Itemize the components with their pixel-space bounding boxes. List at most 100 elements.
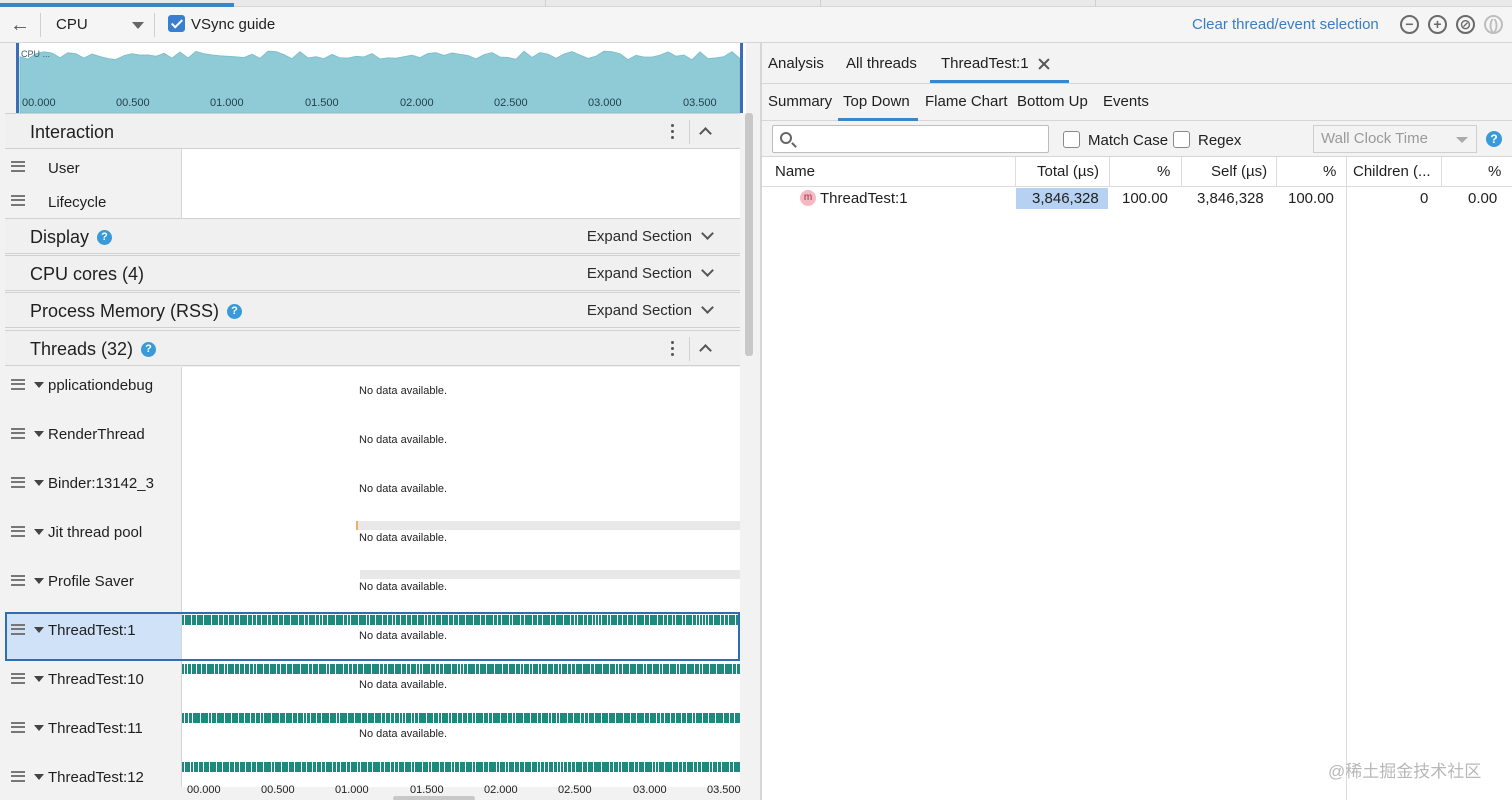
checkbox-icon[interactable] — [1063, 131, 1080, 148]
thread-track[interactable]: No data available. — [181, 514, 740, 563]
cpu-overview-chart[interactable]: CPU ... 00.000 00.500 01.000 01.500 02.0… — [16, 43, 746, 113]
drag-handle-icon[interactable] — [11, 477, 25, 488]
regex-checkbox[interactable]: Regex — [1173, 131, 1241, 150]
thread-track[interactable]: No data available. — [181, 416, 740, 465]
back-arrow-icon[interactable]: ← — [8, 13, 32, 37]
column-self[interactable]: Self (µs) — [1211, 163, 1267, 181]
cpu-profiler-select[interactable]: CPU — [48, 12, 148, 38]
drag-handle-icon[interactable] — [11, 526, 25, 537]
tab-flame-chart[interactable]: Flame Chart — [925, 93, 1008, 111]
expand-triangle-icon[interactable] — [34, 578, 44, 584]
help-icon[interactable]: ? — [1486, 131, 1502, 147]
horizontal-scrollbar-thumb[interactable] — [393, 796, 475, 800]
help-icon[interactable]: ? — [141, 342, 157, 357]
vertical-scrollbar-thumb[interactable] — [745, 113, 753, 356]
thread-row[interactable]: ThreadTest:12 — [5, 759, 740, 787]
expand-section-link[interactable]: Expand Section — [587, 228, 692, 246]
column-children[interactable]: Children (... — [1353, 163, 1431, 181]
thread-row[interactable]: Binder:13142_3 No data available. — [5, 465, 740, 514]
tab-threadtest-1[interactable]: ThreadTest:1 — [941, 55, 1029, 73]
thread-row[interactable]: Jit thread pool No data available. — [5, 514, 740, 563]
drag-handle-icon[interactable] — [11, 195, 25, 206]
section-cpu-cores[interactable]: CPU cores (4) Expand Section — [5, 255, 740, 291]
help-icon[interactable]: ? — [97, 230, 113, 245]
chevron-down-icon[interactable] — [701, 301, 714, 314]
overview-tick: 02.500 — [494, 97, 528, 109]
chevron-down-icon[interactable] — [701, 227, 714, 240]
section-display[interactable]: Display? Expand Section — [5, 218, 740, 254]
thread-track[interactable]: No data available. — [181, 661, 740, 710]
section-interaction[interactable]: Interaction — [5, 113, 740, 149]
checkbox-icon[interactable] — [1173, 131, 1190, 148]
expand-section-link[interactable]: Expand Section — [587, 265, 692, 283]
chevron-down-icon[interactable] — [701, 264, 714, 277]
thread-track[interactable]: No data available. — [181, 563, 740, 612]
vsync-guide-checkbox[interactable]: VSync guide — [168, 15, 275, 35]
expand-triangle-icon[interactable] — [34, 676, 44, 682]
thread-row[interactable]: RenderThread No data available. — [5, 416, 740, 465]
active-tab-indicator — [930, 80, 1069, 83]
match-case-checkbox[interactable]: Match Case — [1063, 131, 1168, 150]
tab-analysis[interactable]: Analysis — [768, 55, 824, 73]
section-threads[interactable]: Threads (32)? — [5, 330, 740, 366]
tab-bottom-up[interactable]: Bottom Up — [1017, 93, 1088, 111]
thread-row[interactable]: pplicationdebug No data available. — [5, 367, 740, 416]
thread-row[interactable]: Profile Saver No data available. — [5, 563, 740, 612]
reset-zoom-icon[interactable]: ⊘ — [1456, 15, 1475, 34]
checkbox-checked-icon[interactable] — [168, 15, 185, 32]
clock-type-select[interactable]: Wall Clock Time — [1313, 125, 1477, 153]
expand-triangle-icon[interactable] — [34, 627, 44, 633]
range-handle-left[interactable] — [16, 43, 19, 113]
help-icon[interactable]: ? — [227, 304, 243, 319]
thread-track[interactable]: No data available. — [181, 612, 740, 661]
close-icon[interactable] — [1038, 58, 1050, 70]
attach-to-live-icon[interactable]: () — [1484, 15, 1503, 34]
more-options-icon[interactable] — [671, 341, 675, 357]
drag-handle-icon[interactable] — [11, 575, 25, 586]
expand-triangle-icon[interactable] — [34, 431, 44, 437]
expand-section-link[interactable]: Expand Section — [587, 302, 692, 320]
thread-row[interactable]: ThreadTest:11 No data available. — [5, 710, 740, 759]
tab-summary[interactable]: Summary — [768, 93, 832, 111]
zoom-out-icon[interactable]: − — [1400, 15, 1419, 34]
drag-handle-icon[interactable] — [11, 771, 25, 782]
clear-selection-link[interactable]: Clear thread/event selection — [1192, 15, 1379, 35]
search-input[interactable] — [799, 129, 1044, 149]
expand-triangle-icon[interactable] — [34, 382, 44, 388]
tab-events[interactable]: Events — [1103, 93, 1149, 111]
drag-handle-icon[interactable] — [11, 161, 25, 172]
search-box[interactable] — [772, 125, 1049, 153]
more-options-icon[interactable] — [671, 124, 675, 140]
expand-triangle-icon[interactable] — [34, 725, 44, 731]
drag-handle-icon[interactable] — [11, 428, 25, 439]
thread-row[interactable]: ThreadTest:10 No data available. — [5, 661, 740, 710]
drag-handle-icon[interactable] — [11, 722, 25, 733]
thread-row[interactable]: ThreadTest:1 No data available. — [5, 612, 740, 661]
drag-handle-icon[interactable] — [11, 379, 25, 390]
collapse-icon[interactable] — [699, 127, 712, 140]
column-name[interactable]: Name — [775, 163, 815, 181]
tab-all-threads[interactable]: All threads — [846, 55, 917, 73]
drag-handle-icon[interactable] — [11, 673, 25, 684]
column-total-pct[interactable]: % — [1157, 163, 1170, 181]
expand-triangle-icon[interactable] — [34, 774, 44, 780]
thread-name: pplicationdebug — [48, 377, 154, 394]
call-tree-row[interactable]: m ThreadTest:1 3,846,328 100.00 3,846,32… — [762, 187, 1512, 211]
column-total[interactable]: Total (µs) — [1037, 163, 1099, 181]
drag-handle-icon[interactable] — [11, 624, 25, 635]
thread-track[interactable]: No data available. — [181, 465, 740, 514]
expand-triangle-icon[interactable] — [34, 529, 44, 535]
section-process-memory[interactable]: Process Memory (RSS)? Expand Section — [5, 292, 740, 328]
section-title: Threads (32) — [30, 339, 134, 359]
tab-top-down[interactable]: Top Down — [843, 93, 910, 111]
thread-track[interactable]: No data available. — [181, 367, 740, 416]
column-children-pct[interactable]: % — [1488, 163, 1501, 181]
interaction-track-area[interactable] — [181, 149, 740, 218]
collapse-icon[interactable] — [699, 344, 712, 357]
range-handle-right[interactable] — [740, 43, 743, 113]
zoom-in-icon[interactable]: + — [1428, 15, 1447, 34]
column-self-pct[interactable]: % — [1323, 163, 1336, 181]
expand-triangle-icon[interactable] — [34, 480, 44, 486]
thread-track[interactable]: No data available. — [181, 710, 740, 759]
thread-track[interactable] — [181, 759, 740, 787]
